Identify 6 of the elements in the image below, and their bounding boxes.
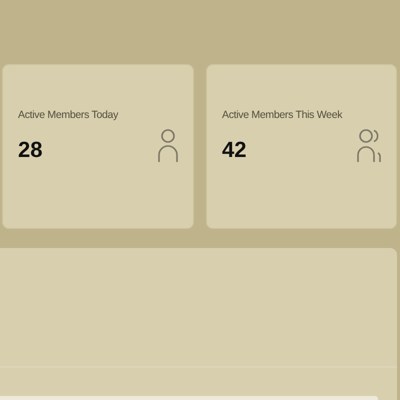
person-icon [157,129,179,163]
people-icon [356,129,382,163]
stat-value: 28 [18,137,44,163]
stat-label: Active Members This Week [222,109,342,121]
stat-label: Active Members Today [18,109,118,121]
stat-value: 42 [222,137,248,163]
